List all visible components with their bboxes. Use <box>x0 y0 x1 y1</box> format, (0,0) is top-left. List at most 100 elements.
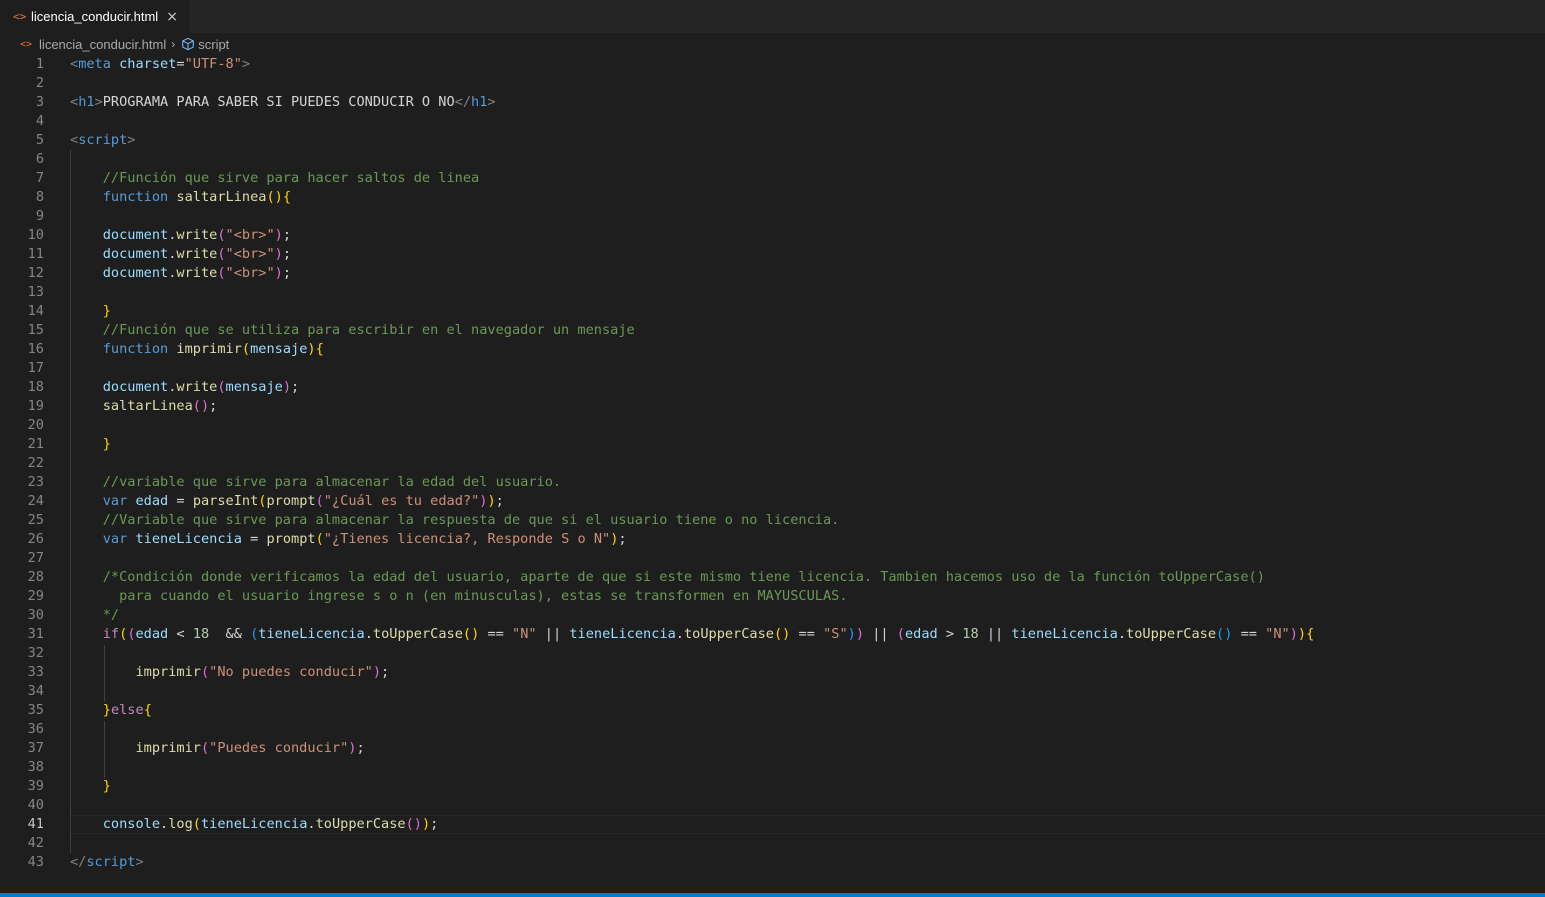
line-number: 34 <box>27 683 44 699</box>
code-line[interactable]: 34 <box>0 682 1545 701</box>
code-token: || <box>536 626 570 642</box>
code-token: "N" <box>512 626 537 642</box>
tab-licencia-conducir[interactable]: <> licencia_conducir.html × <box>0 0 190 33</box>
breadcrumb-symbol[interactable]: script <box>198 37 229 52</box>
code-line[interactable]: 16 function imprimir(mensaje){ <box>0 340 1545 359</box>
code-line[interactable]: 20 <box>0 416 1545 435</box>
chevron-right-icon: › <box>171 37 176 51</box>
code-token: imprimir <box>135 664 201 680</box>
code-line[interactable]: 3 <h1>PROGRAMA PARA SABER SI PUEDES CONDU… <box>0 93 1545 112</box>
line-number: 22 <box>27 455 44 471</box>
close-icon[interactable]: × <box>166 9 178 25</box>
code-line[interactable]: 38 <box>0 758 1545 777</box>
code-token: == <box>790 626 824 642</box>
line-number: 32 <box>27 645 44 661</box>
code-token: meta <box>78 56 111 72</box>
breadcrumb-file[interactable]: licencia_conducir.html <box>39 37 166 52</box>
code-token: < <box>168 626 193 642</box>
code-token: > <box>135 854 144 870</box>
code-token: mensaje <box>250 341 308 357</box>
code-line[interactable]: 27 <box>0 549 1545 568</box>
code-line[interactable]: 30 */ <box>0 606 1545 625</box>
code-line[interactable]: 17 <box>0 359 1545 378</box>
code-line[interactable]: 21 } <box>0 435 1545 454</box>
code-editor[interactable]: 1 <meta charset="UTF-8"> 2 3 <h1>PROGRAMA PA… <box>0 55 1545 893</box>
code-line[interactable]: 7 //Función que sirve para hacer saltos … <box>0 169 1545 188</box>
code-line[interactable]: 10 document.write("<br>"); <box>0 226 1545 245</box>
code-token: ) <box>274 227 283 243</box>
code-token: charset <box>119 56 177 72</box>
code-token: ( <box>315 531 324 547</box>
line-number: 20 <box>27 417 44 433</box>
code-line[interactable]: 26 var tieneLicencia = prompt("¿Tienes l… <box>0 530 1545 549</box>
code-line[interactable]: 41 console.log(tieneLicencia.toUpperCase… <box>0 815 1545 834</box>
code-line[interactable]: 6 <box>0 150 1545 169</box>
code-line[interactable]: 31 if((edad < 18 && (tieneLicencia.toUpp… <box>0 625 1545 644</box>
code-line[interactable]: 13 <box>0 283 1545 302</box>
code-line[interactable]: 36 <box>0 720 1545 739</box>
code-line[interactable]: 12 document.write("<br>"); <box>0 264 1545 283</box>
code-token: } <box>102 778 111 794</box>
code-line[interactable]: 43 </script> <box>0 853 1545 872</box>
line-number: 35 <box>27 702 44 718</box>
code-token: . <box>364 626 373 642</box>
code-token: > <box>127 132 136 148</box>
code-line[interactable]: 22 <box>0 454 1545 473</box>
code-token: "S" <box>823 626 848 642</box>
line-number: 3 <box>35 94 44 110</box>
code-token: () <box>192 398 210 414</box>
code-line[interactable]: 29 para cuando el usuario ingrese s o n … <box>0 587 1545 606</box>
tab-bar: <> licencia_conducir.html × <box>0 0 1545 33</box>
code-line[interactable]: 40 <box>0 796 1545 815</box>
line-number: 29 <box>27 588 44 604</box>
code-line[interactable]: 2 <box>0 74 1545 93</box>
code-token: 18 <box>192 626 210 642</box>
code-line[interactable]: 19 saltarLinea(); <box>0 397 1545 416</box>
code-line[interactable]: 25 //Variable que sirve para almacenar l… <box>0 511 1545 530</box>
code-line[interactable]: 32 <box>0 644 1545 663</box>
code-line[interactable]: 39 } <box>0 777 1545 796</box>
line-number: 31 <box>27 626 44 642</box>
code-line[interactable]: 9 <box>0 207 1545 226</box>
code-line[interactable]: 24 var edad = parseInt(prompt("¿Cuál es … <box>0 492 1545 511</box>
code-line[interactable]: 42 <box>0 834 1545 853</box>
code-line[interactable]: 4 <box>0 112 1545 131</box>
code-line[interactable]: 37 imprimir("Puedes conducir"); <box>0 739 1545 758</box>
line-number: 28 <box>27 569 44 585</box>
line-number: 33 <box>27 664 44 680</box>
code-token: "No puedes conducir" <box>209 664 373 680</box>
code-token: toUpperCase <box>1126 626 1217 642</box>
code-token: document <box>102 227 169 243</box>
code-token: () <box>773 626 791 642</box>
code-token: tieneLicencia <box>200 816 308 832</box>
code-text: */ <box>70 606 119 625</box>
code-token: ) <box>847 626 856 642</box>
code-line[interactable]: 1 <meta charset="UTF-8"> <box>0 55 1545 74</box>
code-line[interactable]: 33 imprimir("No puedes conducir"); <box>0 663 1545 682</box>
code-line[interactable]: 5 <script> <box>0 131 1545 150</box>
code-line[interactable]: 23 //variable que sirve para almacenar l… <box>0 473 1545 492</box>
code-token: prompt <box>266 531 316 547</box>
code-token: saltarLinea <box>102 398 193 414</box>
code-token: ; <box>282 246 292 262</box>
line-number: 10 <box>27 227 44 243</box>
code-line[interactable]: 8 function saltarLinea(){ <box>0 188 1545 207</box>
code-line[interactable]: 35 }else{ <box>0 701 1545 720</box>
code-line[interactable]: 11 document.write("<br>"); <box>0 245 1545 264</box>
code-token: edad <box>904 626 938 642</box>
code-line[interactable]: 14 } <box>0 302 1545 321</box>
code-line[interactable]: 18 document.write(mensaje); <box>0 378 1545 397</box>
code-text: document.write("<br>"); <box>70 264 291 283</box>
code-line[interactable]: 28 /*Condición donde verificamos la edad… <box>0 568 1545 587</box>
code-token: ) <box>1289 626 1298 642</box>
code-text: saltarLinea(); <box>70 397 218 416</box>
code-line[interactable]: 15 //Función que se utiliza para escribi… <box>0 321 1545 340</box>
